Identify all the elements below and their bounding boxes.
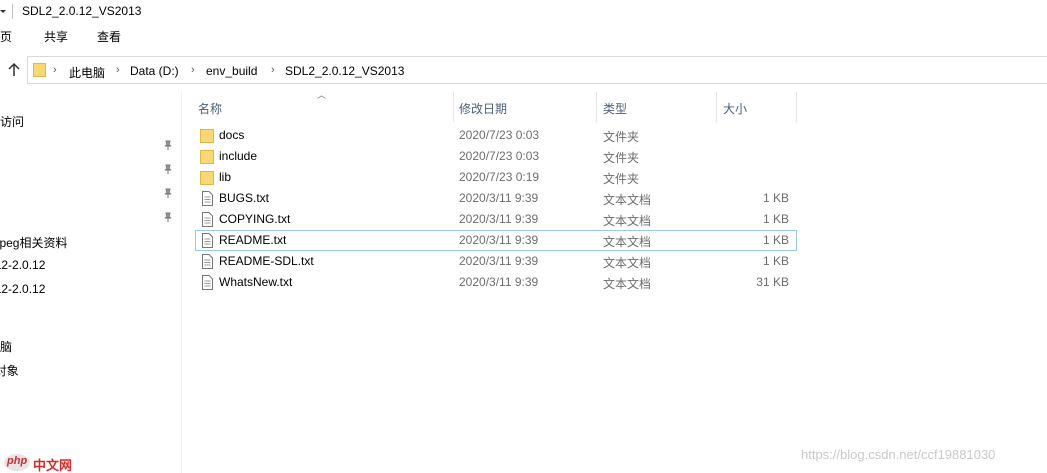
text-file-icon <box>202 233 213 248</box>
up-arrow-icon[interactable] <box>4 59 24 81</box>
file-row-lib[interactable]: lib 2020/7/23 0:19 文件夹 <box>195 167 797 188</box>
file-name: COPYING.txt <box>219 212 291 226</box>
text-file-icon <box>202 191 213 206</box>
file-type: 文件夹 <box>603 151 640 165</box>
tab-share[interactable]: 共享 <box>44 28 68 45</box>
file-name: WhatsNew.txt <box>219 275 293 289</box>
php-logo-text: php <box>7 455 28 467</box>
breadcrumb-env-build[interactable]: env_build <box>206 64 257 78</box>
pin-icon[interactable] <box>162 139 174 151</box>
address-row: › 此电脑 › Data (D:) › env_build › SDL2_2.0… <box>0 54 1047 86</box>
column-header-date[interactable]: 修改日期 <box>459 100 507 117</box>
file-date: 2020/3/11 9:39 <box>459 191 539 205</box>
file-name: README-SDL.txt <box>219 254 314 268</box>
file-type: 文本文档 <box>603 235 652 249</box>
file-size: 1 KB <box>762 191 789 205</box>
file-date: 2020/3/11 9:39 <box>459 233 539 247</box>
file-row-copying[interactable]: COPYING.txt 2020/3/11 9:39 文本文档 1 KB <box>195 209 797 230</box>
file-size: 1 KB <box>762 254 789 268</box>
file-row-bugs[interactable]: BUGS.txt 2020/3/11 9:39 文本文档 1 KB <box>195 188 797 209</box>
column-header-size[interactable]: 大小 <box>723 100 747 117</box>
file-size: 1 KB <box>762 212 789 226</box>
pin-icon[interactable] <box>162 163 174 175</box>
column-divider[interactable] <box>596 92 597 122</box>
file-type: 文本文档 <box>603 277 652 291</box>
nav-item-quick-access[interactable]: 快速访问 <box>0 113 24 130</box>
text-file-icon <box>202 275 213 290</box>
column-header-type[interactable]: 类型 <box>603 100 627 117</box>
column-header-row: ︿ 名称 修改日期 类型 大小 <box>183 90 1047 122</box>
ribbon-tabs: 主页 共享 查看 <box>0 24 1047 48</box>
quick-access-toolbar-dropdown-icon[interactable] <box>0 4 7 18</box>
nav-item-ffmpeg[interactable]: ffmpeg相关资料 <box>0 234 67 251</box>
file-name: docs <box>219 128 245 142</box>
address-bar[interactable]: › 此电脑 › Data (D:) › env_build › SDL2_2.0… <box>27 56 1047 84</box>
file-type: 文本文档 <box>603 214 652 228</box>
column-divider[interactable] <box>716 92 717 122</box>
file-date: 2020/3/11 9:39 <box>459 275 539 289</box>
tab-home[interactable]: 主页 <box>0 28 12 45</box>
file-date: 2020/7/23 0:03 <box>459 128 540 142</box>
title-bar: SDL2_2.0.12_VS2013 <box>0 0 1047 24</box>
breadcrumb-drive[interactable]: Data (D:) <box>130 64 179 78</box>
nav-item-sdl2[interactable]: SDL2-2.0.12 <box>0 282 45 296</box>
file-row-include[interactable]: include 2020/7/23 0:03 文件夹 <box>195 146 797 167</box>
php-cn-text: 中文网 <box>33 458 73 473</box>
pin-icon[interactable] <box>162 211 174 223</box>
title-separator <box>12 4 13 19</box>
watermark-url: https://blog.csdn.net/ccf19881030 <box>801 447 996 462</box>
breadcrumb-this-pc[interactable]: 此电脑 <box>69 64 105 81</box>
file-date: 2020/7/23 0:03 <box>459 149 540 163</box>
navigation-pane: 快速访问 ffmpeg相关资料 SDL2-2.0.12 SDL2-2.0.12 … <box>0 90 182 473</box>
file-name: BUGS.txt <box>219 191 270 205</box>
column-divider[interactable] <box>796 92 797 122</box>
sort-ascending-icon: ︿ <box>317 90 327 100</box>
column-divider[interactable] <box>453 92 454 122</box>
window-title: SDL2_2.0.12_VS2013 <box>22 4 142 18</box>
file-name: lib <box>219 170 232 184</box>
folder-icon <box>33 63 46 77</box>
chevron-right-icon[interactable]: › <box>271 64 275 76</box>
file-date: 2020/3/11 9:39 <box>459 254 539 268</box>
text-file-icon <box>202 254 213 269</box>
pin-icon[interactable] <box>162 187 174 199</box>
tab-view[interactable]: 查看 <box>97 28 121 45</box>
folder-icon <box>200 150 214 164</box>
file-type: 文件夹 <box>603 172 640 186</box>
file-type: 文件夹 <box>603 130 640 144</box>
file-type: 文本文档 <box>603 256 652 270</box>
file-size: 1 KB <box>762 233 789 247</box>
file-list: ︿ 名称 修改日期 类型 大小 docs 2020/7/23 0:03 文件夹 … <box>183 90 1047 473</box>
breadcrumb-current-folder[interactable]: SDL2_2.0.12_VS2013 <box>285 64 404 78</box>
file-date: 2020/7/23 0:19 <box>459 170 540 184</box>
file-date: 2020/3/11 9:39 <box>459 212 539 226</box>
folder-icon <box>200 171 214 185</box>
file-row-docs[interactable]: docs 2020/7/23 0:03 文件夹 <box>195 125 797 146</box>
chevron-right-icon[interactable]: › <box>116 64 120 76</box>
folder-icon <box>200 129 214 143</box>
nav-item-3d-objects[interactable]: 3D 对象 <box>0 362 19 379</box>
nav-item-this-pc[interactable]: 此电脑 <box>0 338 12 355</box>
nav-item-sdl2[interactable]: SDL2-2.0.12 <box>0 258 45 272</box>
file-size: 31 KB <box>756 275 789 289</box>
column-header-name[interactable]: 名称 <box>198 100 222 117</box>
file-name: README.txt <box>219 233 287 247</box>
text-file-icon <box>202 212 213 227</box>
file-row-whatsnew[interactable]: WhatsNew.txt 2020/3/11 9:39 文本文档 31 KB <box>195 272 797 293</box>
file-type: 文本文档 <box>603 193 652 207</box>
chevron-right-icon[interactable]: › <box>53 64 57 76</box>
watermark-logo: php 中文网 <box>0 452 90 473</box>
file-row-readme[interactable]: README.txt 2020/3/11 9:39 文本文档 1 KB <box>195 230 797 251</box>
file-name: include <box>219 149 258 163</box>
file-row-readme-sdl[interactable]: README-SDL.txt 2020/3/11 9:39 文本文档 1 KB <box>195 251 797 272</box>
chevron-right-icon[interactable]: › <box>191 64 195 76</box>
